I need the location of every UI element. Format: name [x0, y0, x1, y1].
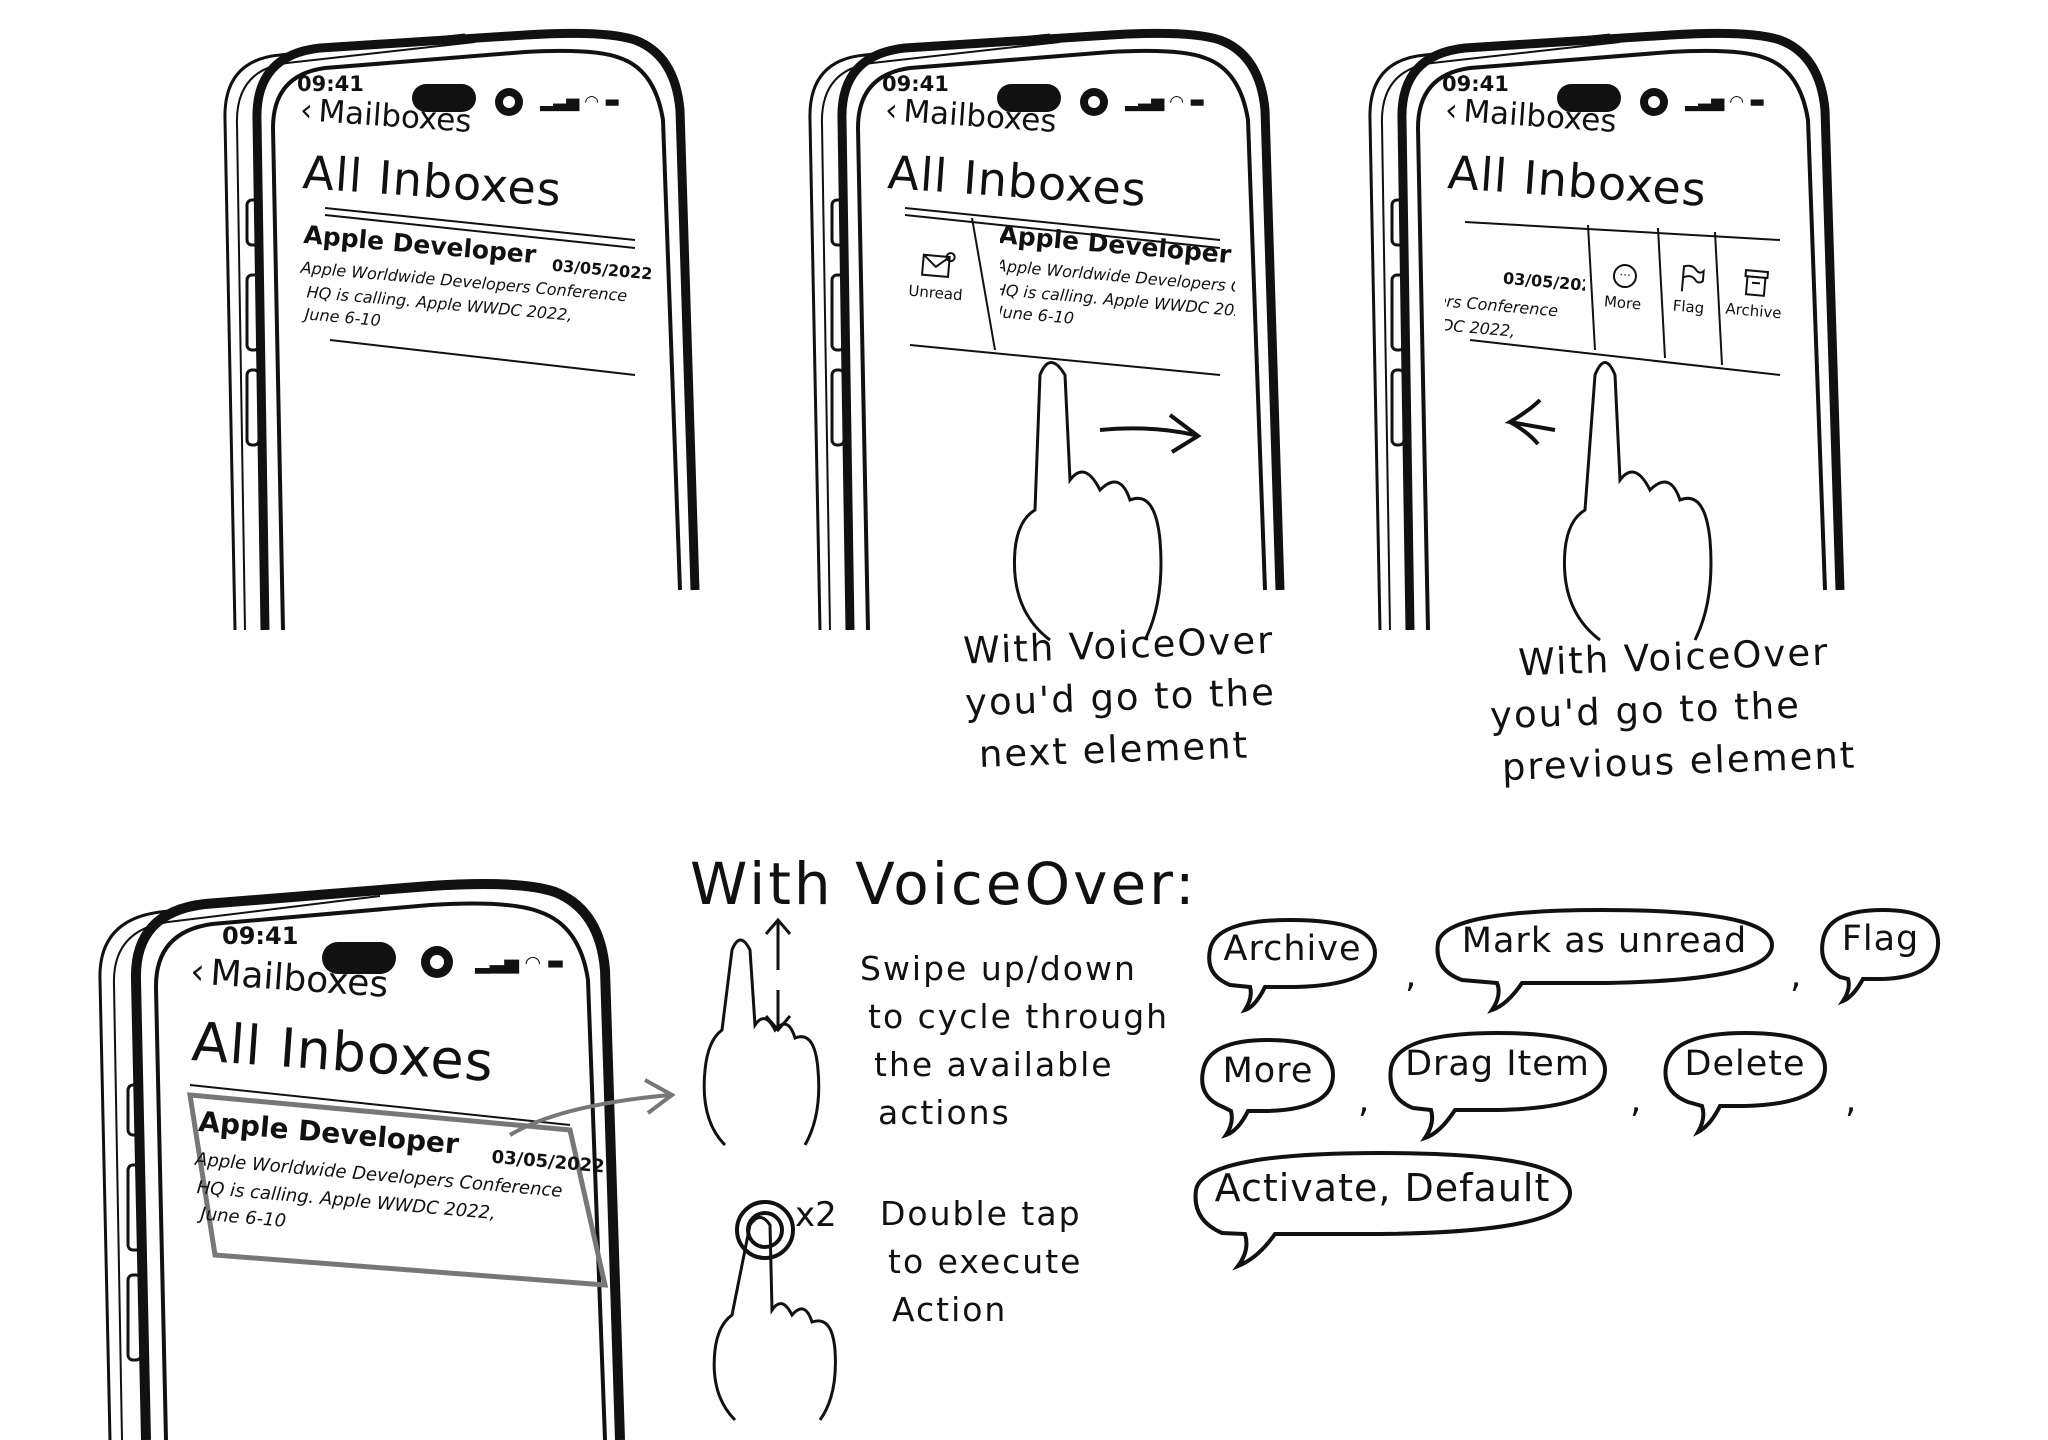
- bubble-mark-as-unread: Mark as unread: [1432, 905, 1777, 1014]
- voiceover-heading: With VoiceOver:: [690, 850, 1198, 918]
- double-tap-instructions: Double tap to execute Action: [880, 1194, 1083, 1329]
- caption-previous-element: With VoiceOver you'd go to the previous …: [1489, 630, 1857, 789]
- envelope-icon: [920, 252, 956, 279]
- swipe-up-down-gesture: [702, 917, 821, 1147]
- mail-date: 03/05/2022: [551, 255, 654, 284]
- swipe-action-archive[interactable]: Archive: [1718, 265, 1792, 323]
- tap-count: x2: [795, 1195, 837, 1235]
- caption-next-element: With VoiceOver you'd go to the next elem…: [962, 618, 1277, 776]
- shifted-mail-row: 03/05/2022 Apple Worldwide Developers Co…: [1445, 245, 1585, 355]
- arrow-left-icon: [1504, 398, 1556, 446]
- chevron-left-icon: ‹: [298, 92, 314, 129]
- chevron-left-icon: ‹: [1443, 92, 1459, 129]
- arrow-right-icon: [1099, 426, 1196, 437]
- ellipsis-circle-icon: ···: [1612, 264, 1637, 289]
- svg-text:···: ···: [1619, 268, 1632, 283]
- status-icons: ▂▃▅ ◠ ▬: [1125, 92, 1206, 112]
- hand-icon: [712, 1216, 837, 1422]
- bubble-activate-default: Activate, Default: [1190, 1148, 1575, 1271]
- phone-mockup-3: 09:41 ▂▃▅ ◠ ▬ ‹ Mailboxes All Inboxes 03…: [1368, 28, 1850, 642]
- hand-icon: [1562, 361, 1713, 642]
- separator-comma: ,: [1845, 1080, 1857, 1121]
- separator-comma: ,: [1630, 1080, 1642, 1121]
- bubble-delete: Delete: [1660, 1028, 1830, 1137]
- swipe-instructions: Swipe up/down to cycle through the avail…: [860, 949, 1170, 1132]
- status-icons: ▂▃▅ ◠ ▬: [1685, 92, 1766, 112]
- separator-comma: ,: [1405, 955, 1417, 996]
- bubble-drag-item: Drag Item: [1385, 1028, 1610, 1142]
- flag-icon: [1680, 264, 1705, 292]
- shifted-mail-row: Apple Developer Apple Worldwide Develope…: [1000, 220, 1235, 350]
- mail-preview-date: June 6-10: [1000, 302, 1075, 328]
- bubble-archive: Archive: [1205, 915, 1380, 1014]
- phone-mockup-4: 09:41 ▂▃▅ ◠ ▬ ‹ Mailboxes All Inboxes Ap…: [98, 879, 676, 1440]
- status-time: 09:41: [222, 922, 299, 950]
- swipe-action-unread[interactable]: Unread: [900, 247, 974, 305]
- bubble-flag: Flag: [1818, 905, 1943, 1006]
- mail-list-item[interactable]: Apple Developer Apple Worldwide Develope…: [1000, 220, 1235, 350]
- phone-mockup-1: 09:41 ▂▃▅ ◠ ▬ ‹ Mailboxes All Inboxes Ap…: [223, 28, 705, 631]
- status-icons: ▂▃▅ ◠ ▬: [540, 92, 621, 112]
- archive-box-icon: [1744, 269, 1770, 297]
- mail-preview-date: June 6-10: [303, 304, 382, 330]
- chevron-left-icon: ‹: [883, 92, 899, 129]
- swipe-action-flag[interactable]: Flag: [1660, 262, 1720, 319]
- phone-mockup-2: 09:41 ▂▃▅ ◠ ▬ ‹ Mailboxes All Inboxes Un…: [808, 28, 1290, 642]
- status-icons: ▂▃▅ ◠ ▬: [475, 952, 565, 974]
- chevron-left-icon: ‹: [188, 951, 207, 994]
- bubble-more: More: [1198, 1035, 1338, 1139]
- swipe-action-more[interactable]: ··· More: [1590, 259, 1658, 314]
- hand-icon: [1012, 361, 1163, 642]
- arrow-right-icon: [508, 1093, 671, 1137]
- mail-preview-date: June 6-10: [199, 1203, 287, 1232]
- swipe-left-gesture: [1504, 361, 1713, 642]
- arrow-up-icon: [764, 917, 792, 970]
- separator-comma: ,: [1790, 955, 1802, 996]
- separator-comma: ,: [1358, 1080, 1370, 1121]
- mail-list-item[interactable]: 03/05/2022 Apple Worldwide Developers Co…: [1445, 245, 1585, 355]
- hand-icon: [702, 938, 821, 1147]
- pointer-arrow: [508, 1078, 676, 1137]
- mail-date: 03/05/2022: [1502, 268, 1585, 297]
